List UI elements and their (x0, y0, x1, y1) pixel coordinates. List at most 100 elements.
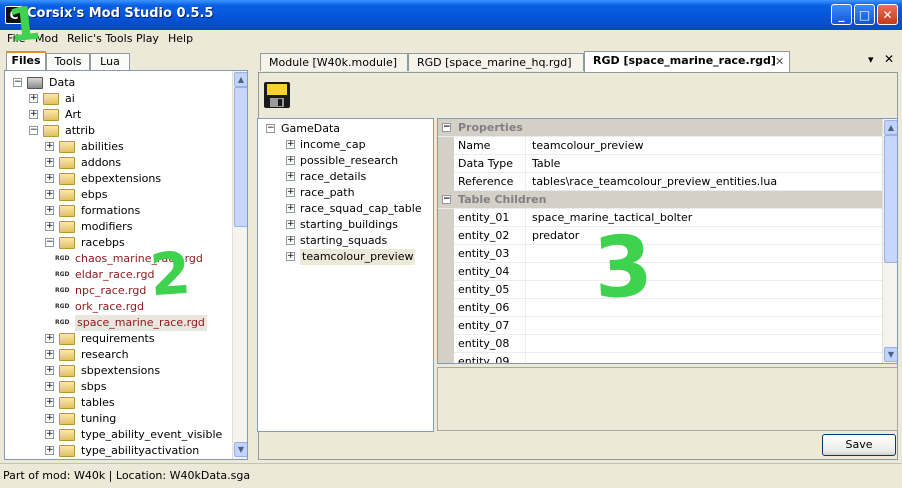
collapse-icon[interactable]: − (442, 195, 451, 204)
tree-item[interactable]: − Data (5, 75, 231, 91)
tree-item[interactable]: + sbps (5, 379, 231, 395)
expand-icon[interactable]: + (45, 222, 54, 231)
expand-icon[interactable]: + (29, 94, 38, 103)
tree-item[interactable]: + ebps (5, 187, 231, 203)
property-value[interactable]: Table (526, 155, 560, 173)
menu-help[interactable]: Help (164, 31, 197, 46)
gamedata-item[interactable]: + race_details (258, 169, 433, 185)
scroll-down-arrow-icon[interactable]: ▼ (234, 442, 247, 457)
tree-item[interactable]: + tables (5, 395, 231, 411)
expand-icon[interactable]: + (45, 446, 54, 455)
expand-icon[interactable]: + (286, 156, 295, 165)
grid-row[interactable]: entity_09 (438, 353, 884, 363)
tree-item[interactable]: RGD eldar_race.rgd (5, 267, 231, 283)
expand-icon[interactable]: + (29, 110, 38, 119)
expand-icon[interactable]: + (286, 252, 295, 261)
grid-row[interactable]: Reference tables\race_teamcolour_preview_… (438, 173, 884, 191)
tab-files[interactable]: Files (6, 51, 46, 71)
tab-module[interactable]: Module [W40k.module] (260, 53, 408, 71)
gamedata-item[interactable]: + possible_research (258, 153, 433, 169)
grid-row[interactable]: entity_01 space_marine_tactical_bolter (438, 209, 884, 227)
tree-item[interactable]: + abilities (5, 139, 231, 155)
expand-icon[interactable]: + (45, 414, 54, 423)
tree-item[interactable]: + requirements (5, 331, 231, 347)
tree-item[interactable]: − racebps (5, 235, 231, 251)
close-button[interactable]: ✕ (877, 4, 898, 25)
expand-icon[interactable]: + (286, 220, 295, 229)
grid-row[interactable]: entity_02 predator (438, 227, 884, 245)
property-value[interactable] (526, 299, 532, 317)
tree-item[interactable]: + addons (5, 155, 231, 171)
expand-icon[interactable]: + (45, 350, 54, 359)
file-tree-scrollbar[interactable]: ▲ ▼ (232, 71, 247, 459)
expand-icon[interactable]: + (45, 366, 54, 375)
expand-icon[interactable]: + (286, 204, 295, 213)
tab-tools[interactable]: Tools (46, 53, 90, 70)
menu-relics-tools[interactable]: Relic's Tools (63, 31, 136, 46)
save-disk-icon[interactable] (262, 80, 292, 110)
property-value[interactable] (526, 353, 532, 363)
tree-item[interactable]: + type_ability_event_visible (5, 427, 231, 443)
grid-row[interactable]: entity_06 (438, 299, 884, 317)
tree-item[interactable]: − attrib (5, 123, 231, 139)
tree-item[interactable]: RGD ork_race.rgd (5, 299, 231, 315)
scroll-up-arrow-icon[interactable]: ▲ (884, 120, 897, 135)
maximize-button[interactable]: □ (854, 4, 875, 25)
gamedata-item[interactable]: + race_path (258, 185, 433, 201)
expand-icon[interactable]: + (45, 430, 54, 439)
collapse-icon[interactable]: − (442, 123, 451, 132)
gamedata-item[interactable]: + starting_buildings (258, 217, 433, 233)
tree-item[interactable]: + formations (5, 203, 231, 219)
collapse-icon[interactable]: − (29, 126, 38, 135)
tree-item[interactable]: RGD npc_race.rgd (5, 283, 231, 299)
property-value[interactable]: teamcolour_preview (526, 137, 643, 155)
grid-row[interactable]: entity_05 (438, 281, 884, 299)
tab-space-marine-hq[interactable]: RGD [space_marine_hq.rgd] (408, 53, 584, 71)
grid-row[interactable]: Data Type Table (438, 155, 884, 173)
tree-item[interactable]: + sbpextensions (5, 363, 231, 379)
category-table-children[interactable]: − Table Children (438, 191, 884, 209)
grid-row[interactable]: entity_04 (438, 263, 884, 281)
collapse-icon[interactable]: − (13, 78, 22, 87)
expand-icon[interactable]: + (45, 158, 54, 167)
property-grid[interactable]: − Properties Name teamcolour_preview Data … (437, 118, 898, 364)
collapse-icon[interactable]: − (266, 124, 275, 133)
gamedata-item[interactable]: + income_cap (258, 137, 433, 153)
tree-item[interactable]: + type_abilityactivation (5, 443, 231, 459)
tree-item[interactable]: + ebpextensions (5, 171, 231, 187)
expand-icon[interactable]: + (286, 140, 295, 149)
grid-row[interactable]: Name teamcolour_preview (438, 137, 884, 155)
scroll-up-arrow-icon[interactable]: ▲ (234, 72, 247, 87)
tab-list-dropdown-icon[interactable]: ▾ (868, 53, 874, 66)
expand-icon[interactable]: + (286, 188, 295, 197)
tab-close-icon[interactable]: ✕ (775, 53, 784, 70)
grid-row[interactable]: entity_08 (438, 335, 884, 353)
expand-icon[interactable]: + (45, 382, 54, 391)
property-value[interactable] (526, 245, 532, 263)
tab-space-marine-race[interactable]: RGD [space_marine_race.rgd] ✕ (584, 51, 790, 72)
gamedata-root[interactable]: − GameData (258, 121, 433, 137)
expand-icon[interactable]: + (45, 142, 54, 151)
property-value[interactable] (526, 281, 532, 299)
tree-item[interactable]: + tuning (5, 411, 231, 427)
scroll-thumb[interactable] (884, 135, 897, 263)
tree-item[interactable]: RGD chaos_marine_race.rgd (5, 251, 231, 267)
expand-icon[interactable]: + (45, 206, 54, 215)
menu-play[interactable]: Play (132, 31, 163, 46)
gamedata-item[interactable]: + teamcolour_preview (258, 249, 433, 265)
expand-icon[interactable]: + (45, 334, 54, 343)
scroll-thumb[interactable] (234, 87, 247, 227)
collapse-icon[interactable]: − (45, 238, 54, 247)
grid-row[interactable]: entity_07 (438, 317, 884, 335)
gamedata-tree[interactable]: − GameData + income_cap + possible_research… (257, 118, 434, 432)
minimize-button[interactable]: _ (831, 4, 852, 25)
tree-item[interactable]: + modifiers (5, 219, 231, 235)
property-value[interactable]: predator (526, 227, 579, 245)
property-value[interactable] (526, 263, 532, 281)
expand-icon[interactable]: + (45, 190, 54, 199)
scroll-down-arrow-icon[interactable]: ▼ (884, 347, 897, 362)
expand-icon[interactable]: + (45, 398, 54, 407)
tree-item[interactable]: + research (5, 347, 231, 363)
expand-icon[interactable]: + (45, 174, 54, 183)
property-value[interactable]: tables\race_teamcolour_preview_entities.… (526, 173, 777, 191)
